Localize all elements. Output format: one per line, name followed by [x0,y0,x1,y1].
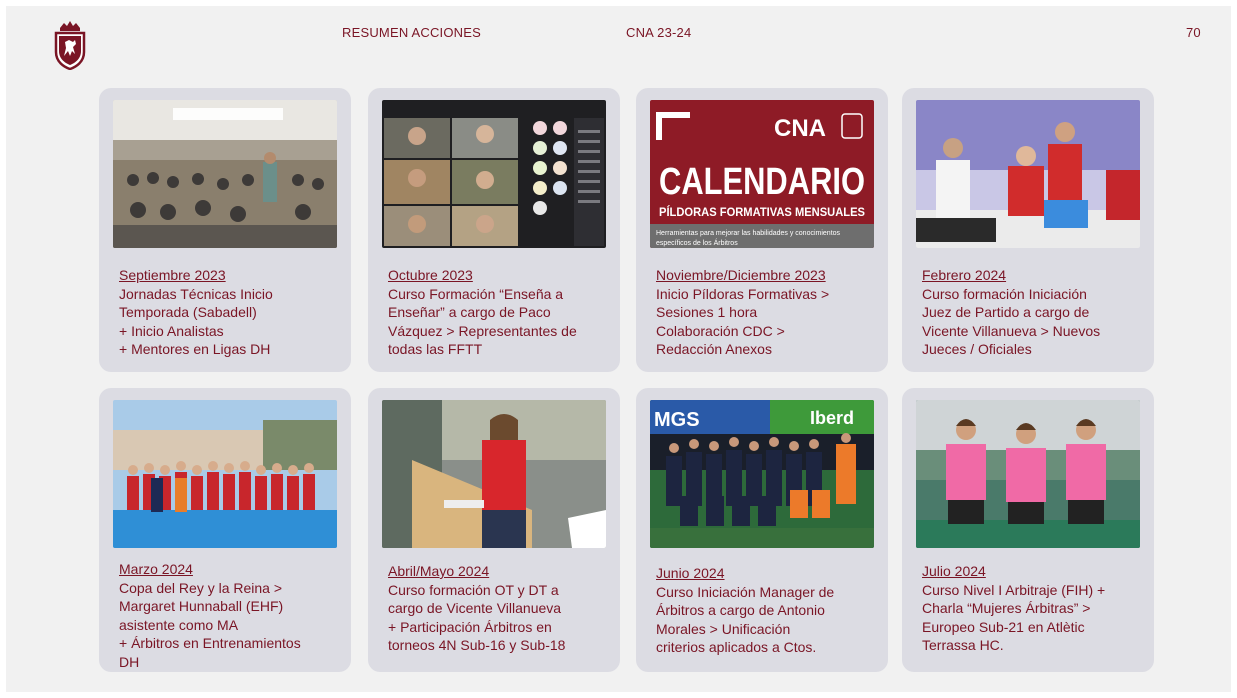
poster-caption-1: Herramientas para mejorar las habilidade… [656,230,841,237]
card-line: Árbitros a cargo de Antonio [656,602,825,618]
card-line: + Inicio Analistas [119,322,224,339]
card-line: Jueces / Oficiales [922,341,1032,357]
poster-brand: CNA [774,115,826,142]
card-line: + Participación Árbitros en [388,618,552,635]
photo-referees-group: MGS Iberd [650,400,874,548]
header-subtitle: CNA 23-24 [626,25,692,40]
card-november-december-2023: CNA CALENDARIO PÍLDORAS FORMATIVAS MENSU… [636,88,888,372]
card-june-2024: MGS Iberd Junio 2024 Curso Iniciación Ma… [636,388,888,672]
card-text: Septiembre 2023 Jornadas Técnicas Inicio… [119,266,341,359]
card-text: Julio 2024 Curso Nivel I Arbitraje (FIH)… [922,562,1144,655]
card-line: Vázquez > Representantes de [388,322,577,339]
card-line: Curso Iniciación Manager de [656,583,835,600]
card-text: Octubre 2023 Curso Formación “Enseña a E… [388,266,610,359]
poster-subtitle: PÍLDORAS FORMATIVAS MENSUALES [659,204,865,219]
page-number: 70 [1186,25,1201,40]
slide: RESUMEN ACCIONES CNA 23-24 70 Septiembre… [6,6,1231,692]
card-date: Septiembre 2023 [119,267,226,283]
card-line: asistente como MA [119,616,239,633]
photo-table-officials [916,100,1140,248]
card-line: Temporada (Sabadell) [119,304,257,320]
card-line: cargo de Vicente Villanueva [388,600,562,616]
poster-title: CALENDARIO [659,161,865,203]
banner-text-2: Iberd [810,408,854,428]
card-line: Curso Nivel I Arbitraje (FIH) + [922,581,1106,598]
card-line: Sesiones 1 hora [656,304,758,320]
card-line: torneos 4N Sub-16 y Sub-18 [388,637,566,653]
card-text: Junio 2024 Curso Iniciación Manager de Á… [656,564,878,657]
card-date: Julio 2024 [922,563,986,579]
header-title: RESUMEN ACCIONES [342,25,482,40]
card-line: Curso formación OT y DT a [388,581,559,598]
photo-three-umpires [916,400,1140,548]
card-line: Curso formación Iniciación [922,285,1087,302]
card-april-may-2024: Abril/Mayo 2024 Curso formación OT y DT … [368,388,620,672]
card-text: Abril/Mayo 2024 Curso formación OT y DT … [388,562,610,655]
card-date: Abril/Mayo 2024 [388,563,490,579]
card-line: Margaret Hunnaball (EHF) [119,598,284,614]
card-line: Colaboración CDC > [656,322,785,339]
card-line: Terrassa HC. [922,637,1004,653]
card-date: Noviembre/Diciembre 2023 [656,267,826,283]
poster-calendario: CNA CALENDARIO PÍLDORAS FORMATIVAS MENSU… [650,100,874,248]
card-text: Marzo 2024 Copa del Rey y la Reina > Mar… [119,560,341,671]
card-line: Jornadas Técnicas Inicio [119,285,273,302]
card-line: + Árbitros en Entrenamientos [119,635,301,651]
card-line: Europeo Sub-21 en Atlètic [922,618,1085,635]
card-line: Juez de Partido a cargo de [922,304,1090,320]
card-line: DH [119,653,140,670]
card-date: Octubre 2023 [388,267,473,283]
card-line: Morales > Unificación [656,620,791,637]
banner-text-1: MGS [654,409,700,431]
card-line: Vicente Villanueva > Nuevos [922,322,1101,339]
card-february-2024: Febrero 2024 Curso formación Iniciación … [902,88,1154,372]
photo-video-call [382,100,606,248]
card-line: todas las FFTT [388,341,483,357]
card-text: Febrero 2024 Curso formación Iniciación … [922,266,1144,359]
photo-conference-room [113,100,337,248]
photo-official-at-table [382,400,606,548]
card-line: Curso Formación “Enseña a [388,285,564,302]
card-line: Copa del Rey y la Reina > [119,579,283,596]
photo-team-group [113,400,337,548]
card-date: Junio 2024 [656,565,725,581]
card-line: Charla “Mujeres Árbitras” > [922,600,1091,616]
card-september-2023: Septiembre 2023 Jornadas Técnicas Inicio… [99,88,351,372]
card-october-2023: Octubre 2023 Curso Formación “Enseña a E… [368,88,620,372]
card-july-2024: Julio 2024 Curso Nivel I Arbitraje (FIH)… [902,388,1154,672]
poster-caption-2: específicos de los Árbitros [656,238,738,247]
card-date: Marzo 2024 [119,561,193,577]
card-line: Enseñar” a cargo de Paco [388,304,551,320]
card-line: Redacción Anexos [656,341,772,357]
card-line: + Mentores en Ligas DH [119,341,271,357]
card-march-2024: Marzo 2024 Copa del Rey y la Reina > Mar… [99,388,351,672]
card-line: criterios aplicados a Ctos. [656,639,817,655]
card-line: Inicio Píldoras Formativas > [656,285,830,302]
card-date: Febrero 2024 [922,267,1007,283]
federation-crest-logo [54,21,86,70]
card-text: Noviembre/Diciembre 2023 Inicio Píldoras… [656,266,878,359]
